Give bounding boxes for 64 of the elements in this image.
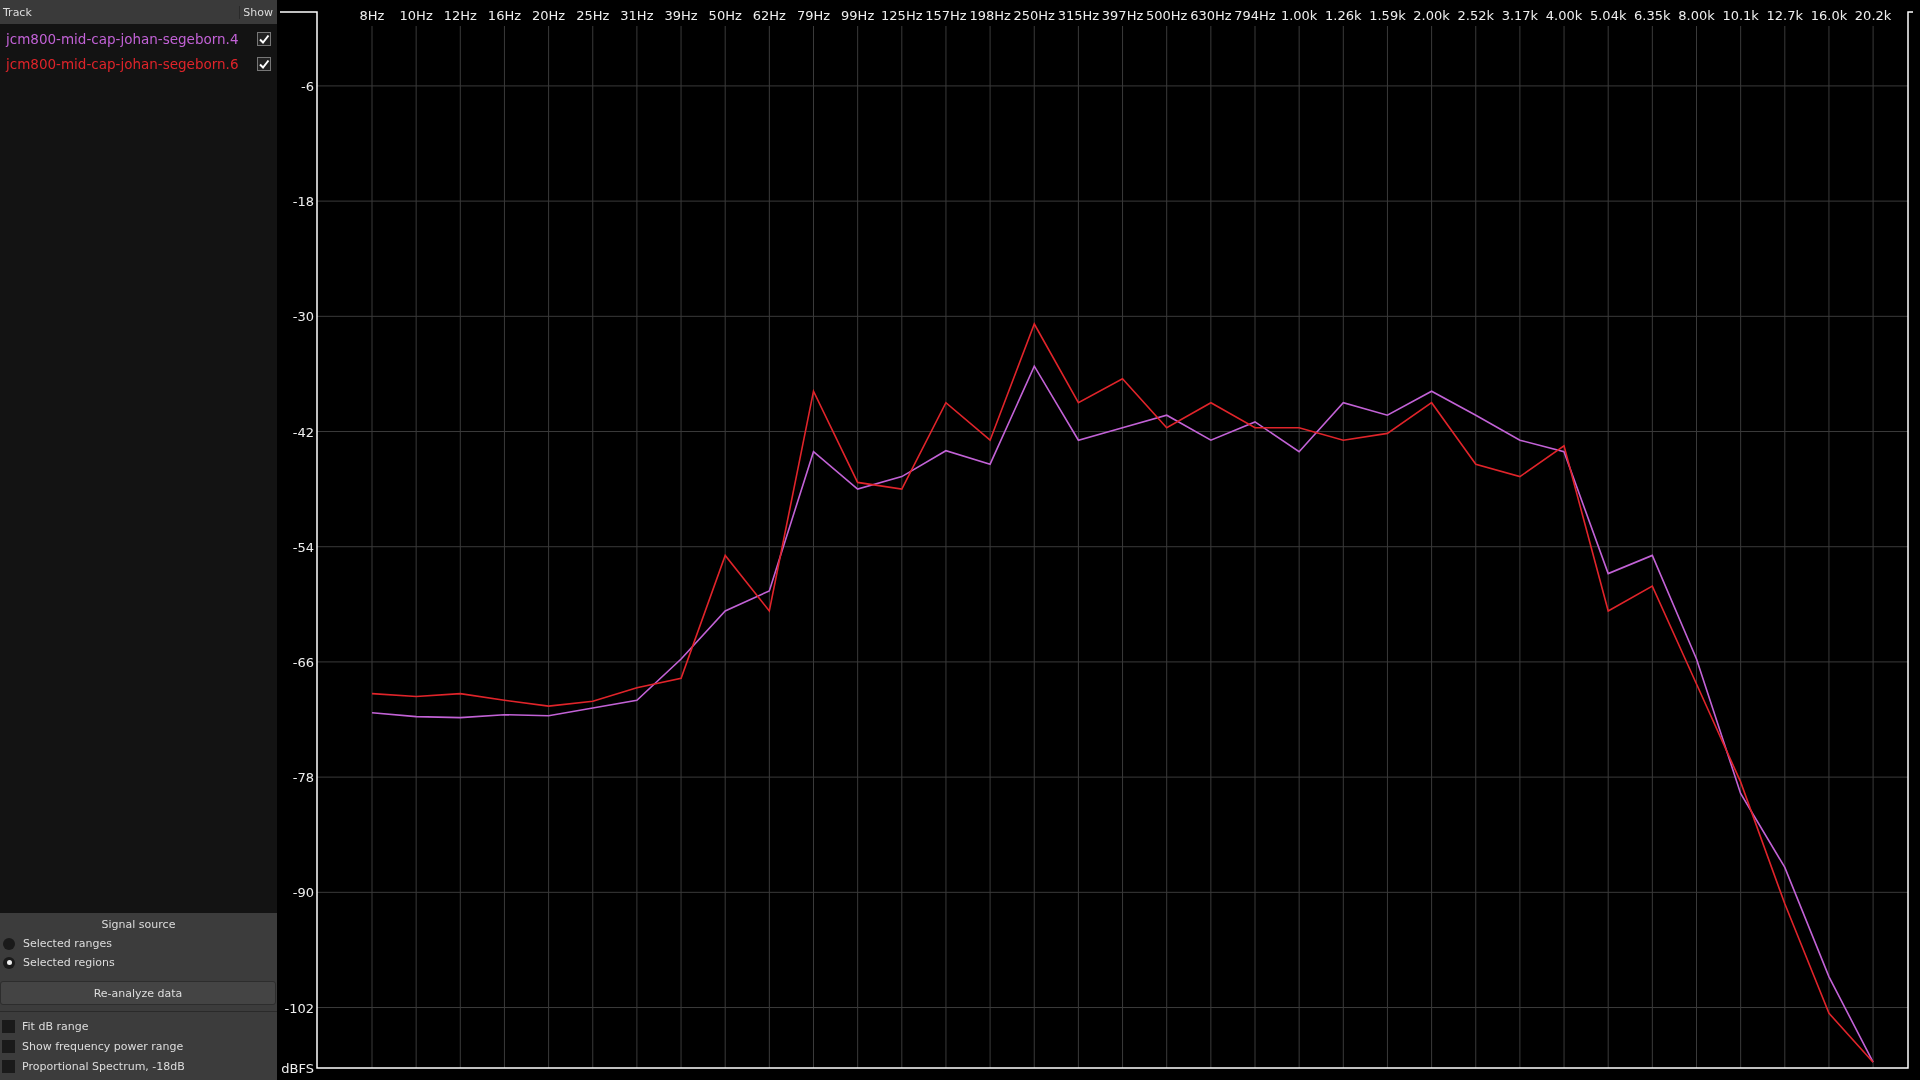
show-checkbox[interactable] [257,56,271,71]
y-tick-label: -90 [292,885,314,901]
show-checkbox[interactable] [257,31,271,46]
y-tick-label: -42 [292,424,314,440]
x-tick-label: 8.00k [1678,8,1715,23]
radio-button[interactable] [3,937,15,950]
x-tick-label: 1.59k [1369,8,1406,23]
x-tick-label: 2.52k [1457,8,1494,23]
x-tick-label: 12Hz [443,8,477,23]
x-tick-label: 250Hz [1013,8,1055,23]
x-tick-label: 630Hz [1190,8,1232,23]
y-tick-label: -18 [292,194,314,210]
x-tick-label: 6.35k [1634,8,1671,23]
x-tick-label: 5.04k [1589,8,1627,23]
y-tick-label: -78 [292,770,314,786]
x-tick-label: 10.1k [1722,8,1759,23]
y-axis-label: dBFS [281,1061,314,1076]
x-tick-label: 157Hz [925,8,967,23]
x-tick-label: 315Hz [1057,8,1100,23]
x-tick-label: 125Hz [881,8,923,23]
radio-label[interactable]: Selected regions [23,956,115,969]
y-tick-label: -102 [284,1000,314,1016]
x-tick-label: 2.00k [1413,8,1450,23]
checkbox[interactable] [2,1040,15,1053]
x-tick-label: 794Hz [1234,8,1276,23]
x-tick-label: 16Hz [487,8,522,23]
x-tick-label: 1.26k [1325,8,1362,23]
column-header[interactable]: Track [0,5,240,19]
radio-option[interactable]: Selected regions [0,954,277,973]
option-label[interactable]: Fit dB range [22,1020,89,1033]
section-title: Signal source [100,917,177,933]
y-tick-label: -54 [292,539,314,555]
x-tick-label: 12.7k [1766,8,1804,23]
x-tick-label: 397Hz [1101,8,1144,23]
reanalyze-button[interactable]: Re-analyze data [0,981,276,1005]
track-name[interactable]: jcm800-mid-cap-johan-segeborn.6 [6,55,257,72]
option-label[interactable]: Show frequency power range [22,1040,184,1053]
y-tick-label: -6 [301,78,314,94]
option-label[interactable]: Proportional Spectrum, -18dB [22,1060,185,1073]
x-tick-label: 4.00k [1545,8,1583,23]
x-tick-label: 31Hz [620,8,654,23]
x-tick-label: 1.00k [1280,8,1318,23]
x-tick-label: 20Hz [532,8,566,23]
x-tick-label: 198Hz [969,8,1011,23]
x-tick-label: 3.17k [1501,8,1539,23]
y-tick-label: -30 [292,309,314,325]
x-tick-label: 39Hz [664,8,698,23]
x-tick-label: 99Hz [841,8,875,23]
x-tick-label: 25Hz [576,8,610,23]
x-tick-label: 79Hz [796,8,831,23]
radio-label[interactable]: Selected ranges [23,937,112,950]
track-name[interactable]: jcm800-mid-cap-johan-segeborn.4 [6,30,257,47]
x-tick-label: 8Hz [359,8,385,23]
x-tick-label: 62Hz [752,8,786,23]
x-tick-label: 50Hz [708,8,742,23]
radio-button[interactable] [3,956,15,969]
checkbox[interactable] [2,1060,15,1073]
radio-option[interactable]: Selected ranges [0,935,277,954]
y-tick-label: -66 [292,654,314,670]
x-tick-label: 20.2k [1854,8,1892,23]
x-tick-label: 10Hz [399,8,433,23]
x-tick-label: 500Hz [1146,8,1188,23]
x-tick-label: 16.0k [1810,8,1848,23]
checkbox[interactable] [2,1020,15,1033]
